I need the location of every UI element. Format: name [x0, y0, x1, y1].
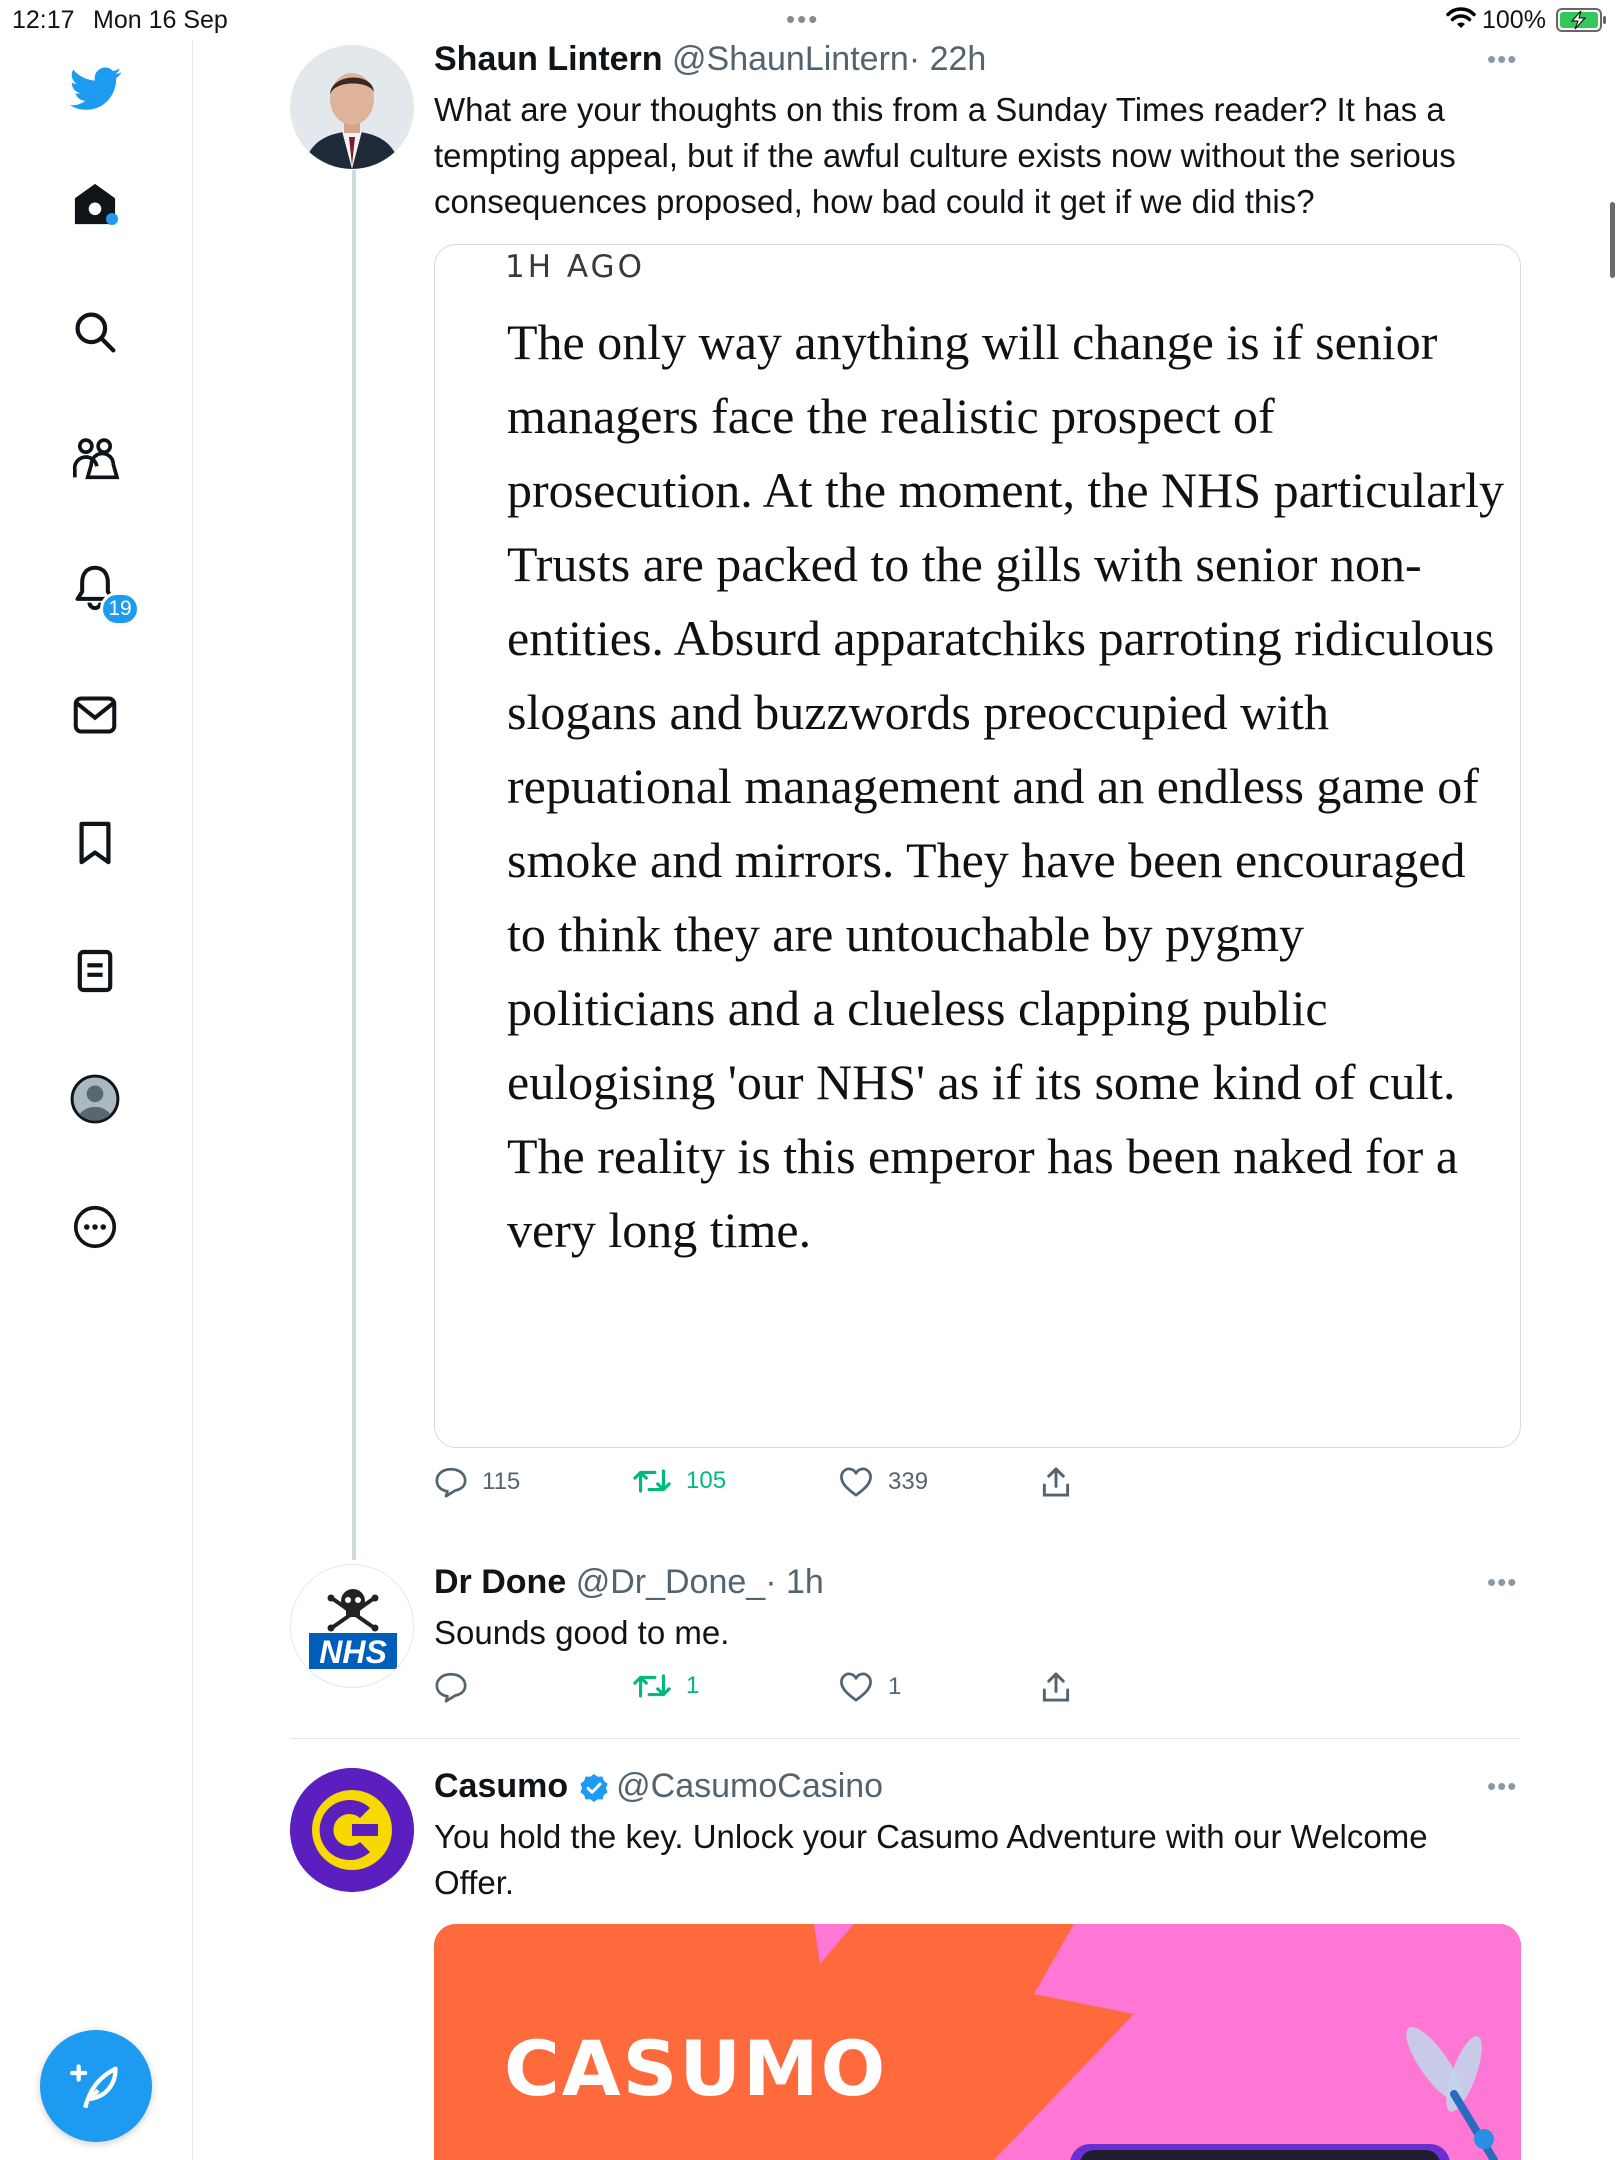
reply-icon	[435, 1672, 467, 1703]
casumo-logo-icon	[290, 1768, 414, 1892]
retweet-button[interactable]: 105	[632, 1466, 726, 1496]
retweet-icon	[633, 1469, 671, 1493]
notifications-badge: 19	[100, 592, 140, 626]
twitter-logo-icon[interactable]	[69, 62, 123, 116]
nhs-logo-text: NHS	[319, 1634, 387, 1670]
tweet-author-handle[interactable]: @ShaunLintern	[672, 40, 909, 78]
sidebar: 19	[0, 40, 193, 2160]
avatar-dr-done[interactable]: NHS	[290, 1564, 414, 1688]
share-button[interactable]	[1040, 1466, 1086, 1498]
avatar-casumo[interactable]	[290, 1768, 414, 1892]
bookmarks-icon[interactable]	[68, 816, 122, 870]
lists-icon[interactable]	[68, 944, 122, 998]
status-bar: 12:17 Mon 16 Sep ••• 100%	[0, 0, 1620, 40]
quote-text: The only way anything will change is if …	[507, 314, 1505, 1258]
tweet-actions: 1 1	[434, 1671, 1134, 1711]
tweet-text: Sounds good to me.	[434, 1614, 730, 1651]
like-button[interactable]: 1	[838, 1671, 901, 1703]
reply-count: 115	[482, 1468, 521, 1495]
retweet-icon	[633, 1674, 671, 1698]
more-icon[interactable]	[68, 1200, 122, 1254]
scrollbar-thumb[interactable]	[1610, 202, 1615, 278]
tweet-divider	[290, 1738, 1520, 1739]
communities-icon[interactable]	[68, 432, 122, 486]
tweet-header: Dr Done @Dr_Done_· 1h	[434, 1563, 824, 1602]
profile-icon[interactable]	[68, 1072, 122, 1126]
tweet-author-handle[interactable]: @CasumoCasino	[616, 1767, 883, 1805]
tweet-author-handle[interactable]: @Dr_Done_	[576, 1563, 766, 1601]
reply-button[interactable]: 115	[434, 1466, 520, 1498]
tweet-text: You hold the key. Unlock your Casumo Adv…	[434, 1818, 1428, 1901]
quote-time-ago: 1H AGO	[505, 249, 645, 285]
tweet-author-name[interactable]: Dr Done	[434, 1563, 566, 1601]
heart-icon	[840, 1467, 872, 1497]
like-count: 1	[888, 1673, 902, 1700]
retweet-button[interactable]: 1	[632, 1671, 699, 1701]
compose-feather-icon	[70, 2064, 118, 2109]
share-button[interactable]	[1040, 1671, 1086, 1703]
tweet-time[interactable]: · 1h	[765, 1563, 824, 1601]
compose-tweet-button[interactable]	[40, 2030, 152, 2142]
heart-icon	[840, 1672, 872, 1702]
wifi-icon	[1446, 7, 1476, 28]
tweet-author-name[interactable]: Casumo	[434, 1767, 568, 1805]
verified-badge-icon	[580, 1774, 608, 1803]
messages-icon[interactable]	[68, 688, 122, 742]
retweet-count: 1	[686, 1672, 700, 1699]
tweet-time[interactable]: · 22h	[909, 40, 987, 78]
status-date: Mon 16 Sep	[93, 6, 228, 34]
tweet-actions: 115 105 339	[434, 1466, 1134, 1506]
like-count: 339	[888, 1468, 929, 1495]
multitasking-dots-icon[interactable]: •••	[786, 4, 819, 35]
share-icon	[1042, 1467, 1070, 1497]
promo-media-card[interactable]: CASUMO	[434, 1924, 1521, 2160]
person-portrait-icon	[290, 45, 414, 169]
quoted-image-card[interactable]: 1H AGO The only way anything will change…	[434, 244, 1521, 1448]
battery-charging-icon	[1556, 8, 1606, 32]
battery-percent: 100%	[1482, 6, 1546, 34]
promo-logo-text: CASUMO	[504, 2024, 888, 2113]
share-icon	[1042, 1672, 1070, 1702]
tweet-header: Casumo @CasumoCasino	[434, 1767, 883, 1806]
retweet-count: 105	[686, 1467, 727, 1494]
tweet-header: Shaun Lintern @ShaunLintern· 22h	[434, 40, 986, 79]
reply-icon	[435, 1467, 467, 1498]
avatar-shaun-lintern[interactable]	[290, 45, 414, 169]
home-unread-dot	[106, 213, 118, 225]
status-time: 12:17	[12, 6, 75, 34]
tweet-more-icon[interactable]: •••	[1487, 44, 1517, 75]
tweet-text: What are your thoughts on this from a Su…	[434, 91, 1456, 220]
tweet-author-name[interactable]: Shaun Lintern	[434, 40, 663, 78]
search-icon[interactable]	[68, 305, 122, 359]
thread-line	[352, 170, 356, 1560]
tweet-more-icon[interactable]: •••	[1487, 1771, 1517, 1802]
like-button[interactable]: 339	[838, 1466, 928, 1498]
reply-button[interactable]	[434, 1671, 482, 1703]
tweet-more-icon[interactable]: •••	[1487, 1567, 1517, 1598]
